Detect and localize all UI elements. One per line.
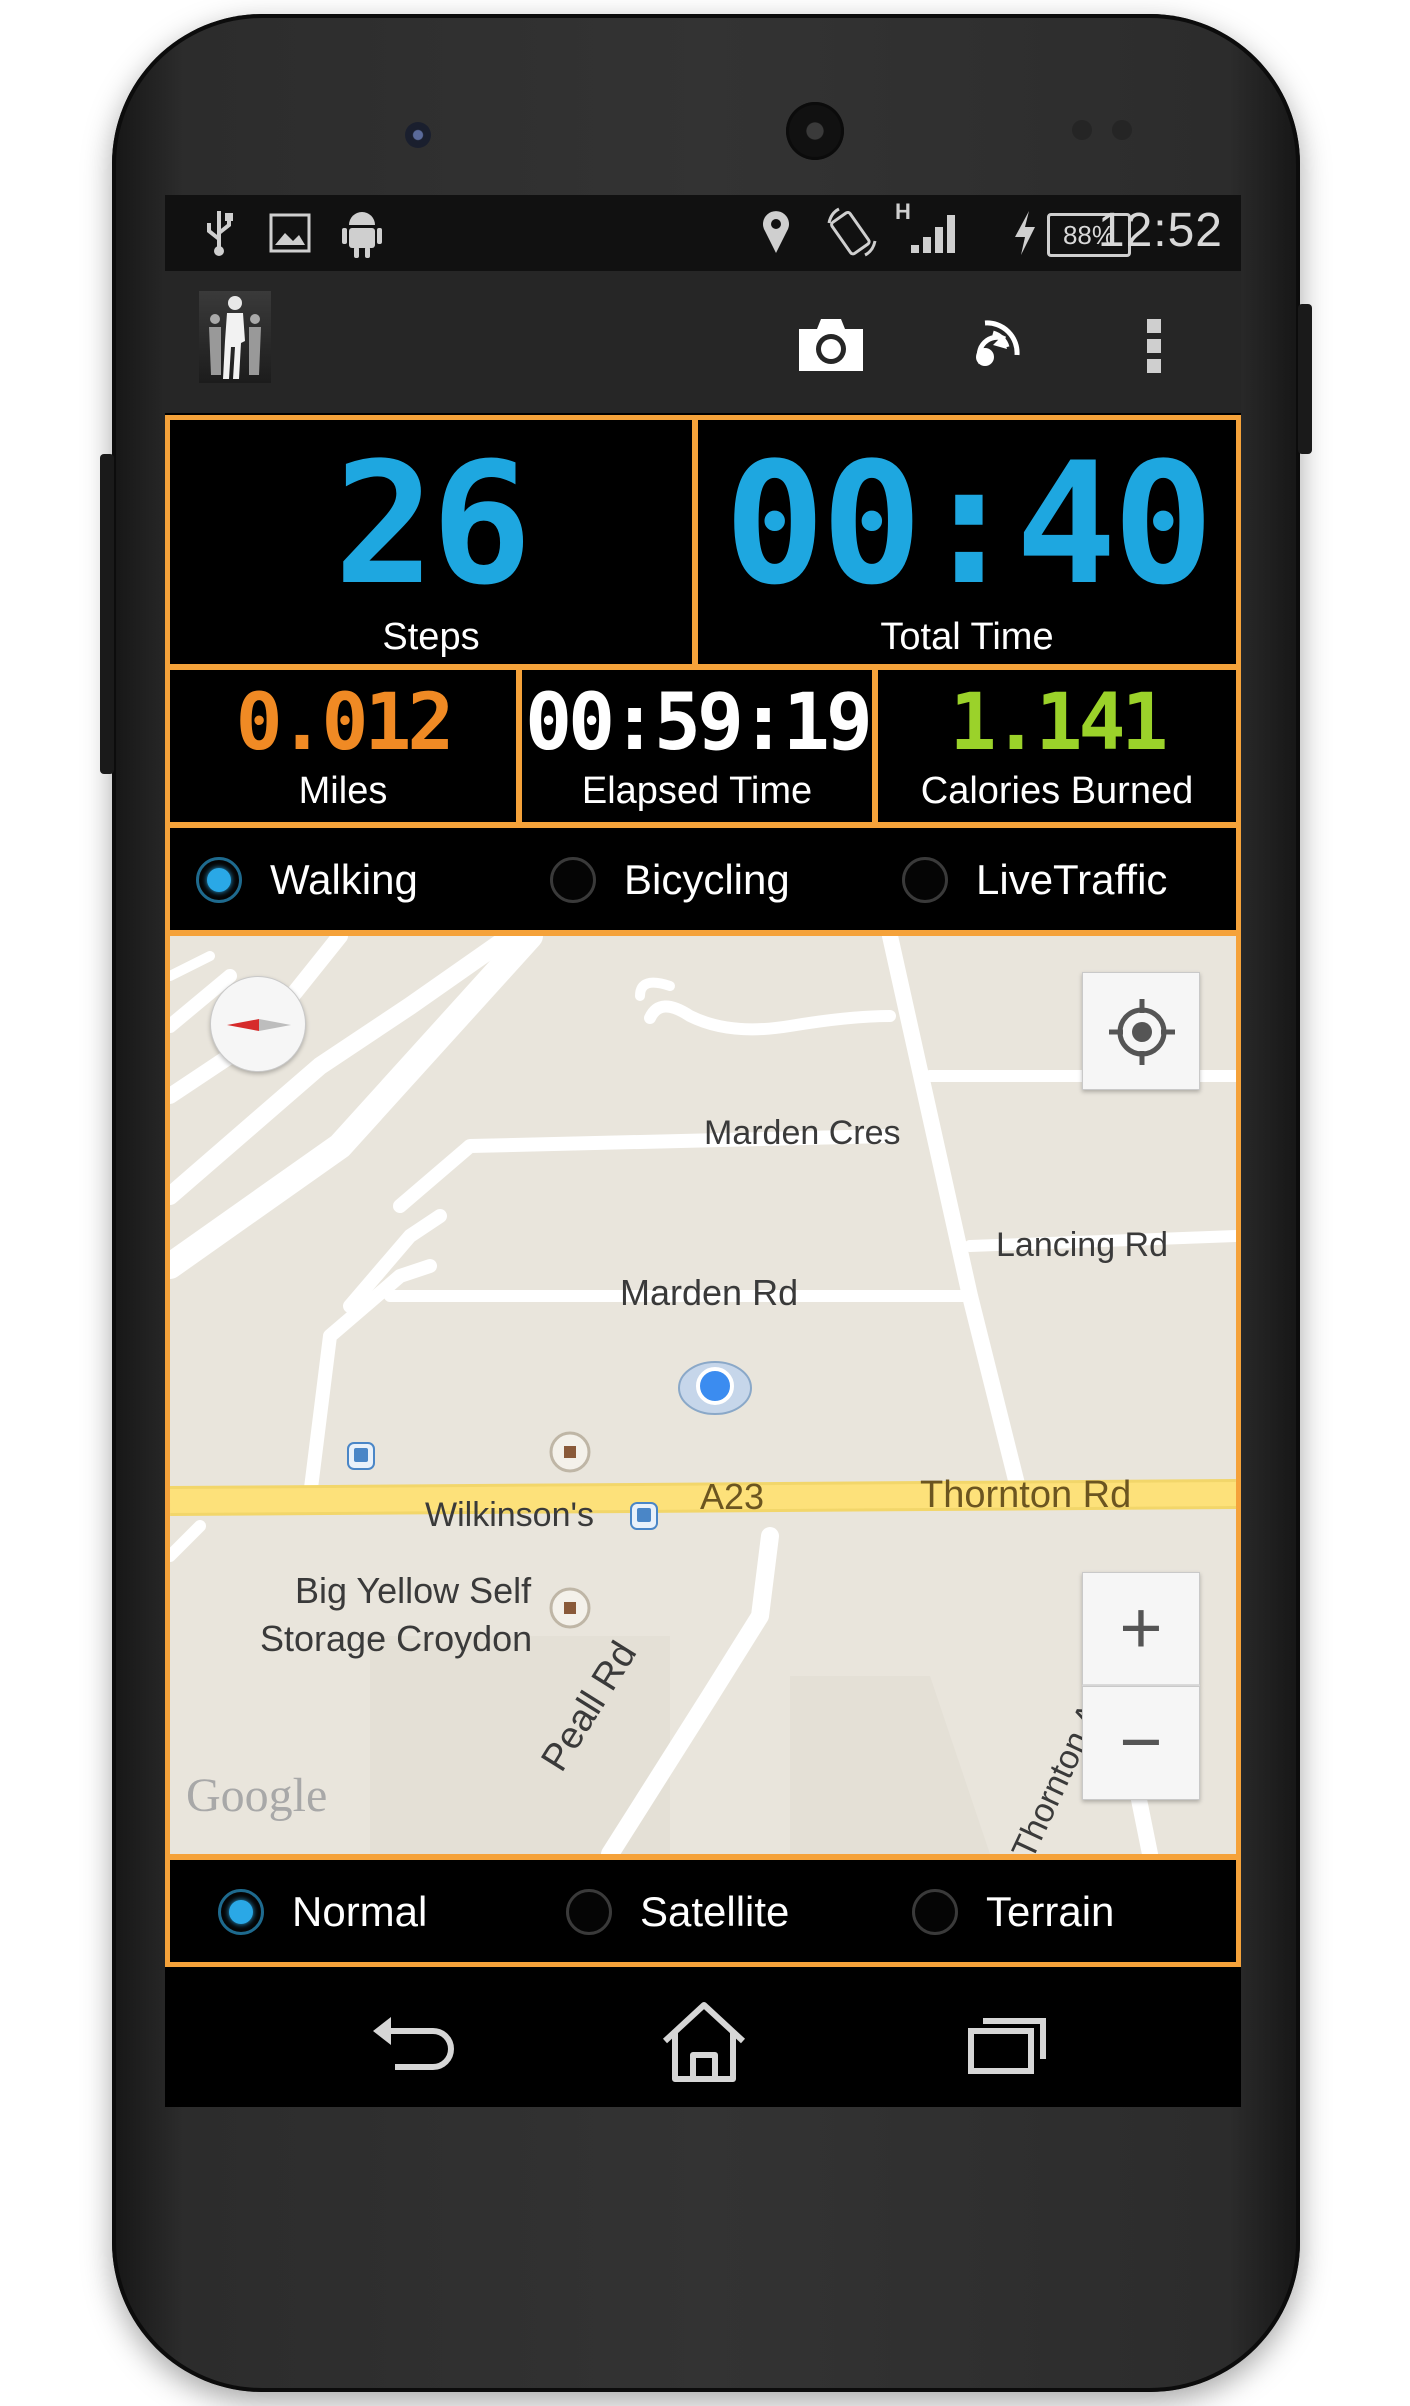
normal-radio[interactable]: Normal bbox=[218, 1888, 427, 1936]
calories-value: 1.141 bbox=[949, 678, 1169, 768]
livetraffic-radio[interactable]: LiveTraffic bbox=[902, 856, 1167, 904]
elapsed-time-panel: 00:59:19 Elapsed Time bbox=[517, 665, 877, 827]
runners-logo-icon bbox=[209, 296, 261, 379]
elapsed-time-value: 00:59:19 bbox=[525, 678, 873, 768]
location-icon bbox=[763, 211, 789, 253]
steps-panel: 26 Steps bbox=[165, 415, 697, 669]
current-location-marker bbox=[678, 1361, 752, 1415]
map-view[interactable]: Marden Cres Lancing Rd Marden Rd A23 Tho… bbox=[170, 936, 1236, 1854]
walking-label: Walking bbox=[270, 856, 418, 903]
bicycling-label: Bicycling bbox=[624, 856, 790, 903]
map-label-marden-cres: Marden Cres bbox=[704, 1114, 901, 1152]
map-label-thornton-rd: Thornton Rd bbox=[920, 1474, 1132, 1516]
activity-mode-group: Walking Bicycling LiveTraffic bbox=[165, 823, 1241, 935]
app-logo[interactable] bbox=[199, 291, 271, 383]
elapsed-time-label: Elapsed Time bbox=[581, 770, 813, 812]
my-location-icon bbox=[1109, 999, 1175, 1065]
back-icon bbox=[373, 2017, 454, 2070]
charging-icon bbox=[1015, 211, 1035, 255]
satellite-label: Satellite bbox=[640, 1888, 790, 1935]
camera-button[interactable] bbox=[791, 305, 871, 385]
walking-radio[interactable]: Walking bbox=[196, 856, 418, 904]
proximity-sensor bbox=[1112, 120, 1132, 140]
normal-radio-dot bbox=[218, 1889, 264, 1935]
front-camera bbox=[405, 122, 431, 148]
zoom-out-label: − bbox=[1119, 1700, 1163, 1783]
usb-icon bbox=[207, 211, 233, 256]
earpiece-speaker bbox=[786, 102, 844, 160]
map-label-wilkinsons: Wilkinson's bbox=[425, 1496, 594, 1534]
image-icon bbox=[269, 213, 311, 253]
compass-button[interactable] bbox=[210, 976, 306, 1072]
terrain-radio-dot bbox=[912, 1889, 958, 1935]
zoom-out-button[interactable]: − bbox=[1082, 1686, 1200, 1800]
my-location-button[interactable] bbox=[1082, 972, 1200, 1090]
walking-radio-dot bbox=[196, 857, 242, 903]
satellite-radio-dot bbox=[566, 1889, 612, 1935]
power-button bbox=[1298, 304, 1312, 454]
map-label-marden-rd: Marden Rd bbox=[620, 1272, 799, 1313]
steps-value: 26 bbox=[333, 426, 532, 622]
rotation-icon bbox=[827, 207, 877, 257]
map-label-lancing-rd: Lancing Rd bbox=[996, 1226, 1169, 1264]
steps-label: Steps bbox=[382, 616, 480, 658]
map-label-big-yellow-line1: Big Yellow Self bbox=[295, 1570, 532, 1611]
zoom-in-label: + bbox=[1119, 1586, 1163, 1669]
map-frame: Marden Cres Lancing Rd Marden Rd A23 Tho… bbox=[165, 931, 1241, 1859]
miles-value: 0.012 bbox=[235, 678, 455, 768]
map-label-big-yellow-line2: Storage Croydon bbox=[260, 1618, 533, 1659]
map-label-a23: A23 bbox=[700, 1476, 765, 1517]
overflow-menu-button[interactable] bbox=[1123, 305, 1183, 385]
recent-apps-button[interactable] bbox=[951, 1997, 1061, 2087]
back-button[interactable] bbox=[355, 1997, 465, 2087]
bicycling-radio-dot bbox=[550, 857, 596, 903]
calories-label: Calories Burned bbox=[920, 770, 1194, 812]
miles-panel: 0.012 Miles bbox=[165, 665, 521, 827]
total-time-label: Total Time bbox=[880, 616, 1054, 658]
navigation-bar bbox=[165, 1977, 1241, 2107]
google-watermark: Google bbox=[186, 1769, 328, 1822]
shop-poi-icon bbox=[549, 1431, 591, 1473]
shop-poi-icon bbox=[549, 1587, 591, 1629]
miles-label: Miles bbox=[298, 770, 388, 812]
light-sensor bbox=[1072, 120, 1092, 140]
terrain-label: Terrain bbox=[986, 1888, 1115, 1935]
phone-screen: H 88% 12:52 26 Steps 00:40 Total Time 0.… bbox=[165, 195, 1241, 2107]
recent-apps-icon bbox=[968, 2018, 1046, 2074]
calories-panel: 1.141 Calories Burned bbox=[873, 665, 1241, 827]
share-icon bbox=[976, 320, 1020, 366]
bicycling-radio[interactable]: Bicycling bbox=[550, 856, 790, 904]
compass-icon bbox=[227, 1019, 291, 1031]
normal-label: Normal bbox=[292, 1888, 428, 1935]
action-bar bbox=[165, 273, 1241, 413]
camera-icon bbox=[799, 319, 863, 371]
clock: 12:52 bbox=[1097, 204, 1223, 257]
android-icon bbox=[342, 212, 382, 258]
total-time-panel: 00:40 Total Time bbox=[693, 415, 1241, 669]
livetraffic-label: LiveTraffic bbox=[976, 856, 1168, 903]
status-bar: H 88% 12:52 bbox=[165, 195, 1241, 273]
home-icon bbox=[662, 2002, 746, 2082]
overflow-menu-icon bbox=[1147, 319, 1161, 373]
satellite-radio[interactable]: Satellite bbox=[566, 1888, 789, 1936]
volume-button bbox=[100, 454, 114, 774]
livetraffic-radio-dot bbox=[902, 857, 948, 903]
home-button[interactable] bbox=[649, 1997, 759, 2087]
share-button[interactable] bbox=[955, 305, 1035, 385]
total-time-value: 00:40 bbox=[724, 426, 1214, 622]
map-type-group: Normal Satellite Terrain bbox=[165, 1855, 1241, 1967]
bus-stop-icon bbox=[630, 1502, 658, 1530]
terrain-radio[interactable]: Terrain bbox=[912, 1888, 1114, 1936]
signal-icon bbox=[911, 215, 955, 253]
bus-stop-icon bbox=[347, 1442, 375, 1470]
zoom-in-button[interactable]: + bbox=[1082, 1572, 1200, 1686]
